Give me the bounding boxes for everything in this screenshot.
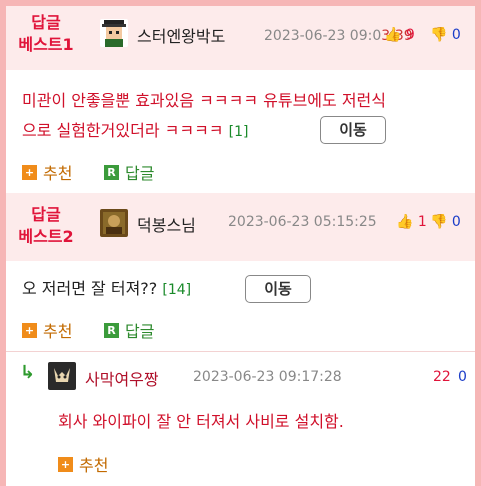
- best-badge-line1: 답글: [31, 205, 61, 224]
- recommend-button[interactable]: + 추천: [22, 318, 72, 342]
- comment-body-line2: 으로 실험한거있더라 ㅋㅋㅋㅋ [1]: [22, 121, 249, 140]
- downvote-count[interactable]: 0: [458, 369, 467, 385]
- avatar-icon[interactable]: [48, 362, 76, 390]
- reply-badge-icon: R: [104, 164, 119, 180]
- reply-count: [1]: [228, 124, 249, 140]
- best-badge-2: 답글 베스트2: [6, 204, 86, 248]
- upvote-button[interactable]: 👍 9: [384, 27, 415, 43]
- thumb-up-icon: 👍: [396, 214, 414, 230]
- reply-button[interactable]: R 답글: [104, 318, 154, 342]
- upvote-count: 9: [405, 27, 415, 43]
- avatar-icon[interactable]: [100, 19, 128, 47]
- plus-icon: +: [58, 456, 73, 472]
- best-badge-line2: 베스트1: [18, 35, 74, 54]
- move-button[interactable]: 이동: [320, 116, 386, 144]
- plus-icon: +: [22, 164, 37, 180]
- avatar-icon[interactable]: [100, 209, 128, 237]
- plus-icon: +: [22, 322, 37, 338]
- downvote-count: 0: [451, 27, 461, 43]
- reply-badge-icon: R: [104, 322, 119, 338]
- best-badge-line1: 답글: [31, 13, 61, 32]
- upvote-count[interactable]: 22: [433, 369, 451, 385]
- recommend-button[interactable]: + 추천: [22, 160, 72, 184]
- comment-body: 미관이 안좋을뿐 효과있음 ㅋㅋㅋㅋ 유튜브에도 저런식 으로 실험한거있더라 …: [22, 86, 472, 147]
- comment-body: 오 저러면 잘 터져?? [14]: [22, 274, 191, 305]
- author-nickname[interactable]: 스터엔왕박도: [137, 23, 225, 47]
- thumb-down-icon: 👎: [430, 27, 448, 43]
- comment-date: 2023-06-23 05:15:25: [228, 214, 377, 230]
- reply-body: 회사 와이파이 잘 안 터져서 사비로 설치함.: [58, 412, 344, 431]
- best-badge-line2: 베스트2: [18, 227, 74, 246]
- downvote-count: 0: [451, 214, 461, 230]
- reply-label: 답글: [125, 164, 155, 183]
- downvote-button[interactable]: 👎 0: [430, 214, 461, 230]
- author-nickname[interactable]: 사막여우짱: [85, 366, 159, 390]
- recommend-label: 추천: [43, 322, 73, 341]
- best-badge-1: 답글 베스트1: [6, 12, 86, 56]
- upvote-count: 1: [417, 214, 427, 230]
- reply-label: 답글: [125, 322, 155, 341]
- author-nickname[interactable]: 덕봉스님: [137, 212, 196, 236]
- reply-arrow-icon: ↳: [20, 362, 36, 383]
- reply-button[interactable]: R 답글: [104, 160, 154, 184]
- thumb-up-icon: 👍: [384, 27, 402, 43]
- comment-body-line1: 미관이 안좋을뿐 효과있음 ㅋㅋㅋㅋ 유튜브에도 저런식: [22, 91, 386, 110]
- downvote-button[interactable]: 👎 0: [430, 27, 461, 43]
- upvote-button[interactable]: 👍 1: [396, 214, 427, 230]
- comment-date: 2023-06-23 09:17:28: [193, 369, 342, 385]
- reply-count: [14]: [162, 282, 192, 298]
- divider: [6, 351, 475, 352]
- recommend-label: 추천: [79, 456, 109, 475]
- recommend-button[interactable]: + 추천: [58, 452, 108, 476]
- comment-body-line1: 오 저러면 잘 터져??: [22, 279, 158, 298]
- move-button[interactable]: 이동: [245, 275, 311, 303]
- recommend-label: 추천: [43, 164, 73, 183]
- thumb-down-icon: 👎: [430, 214, 448, 230]
